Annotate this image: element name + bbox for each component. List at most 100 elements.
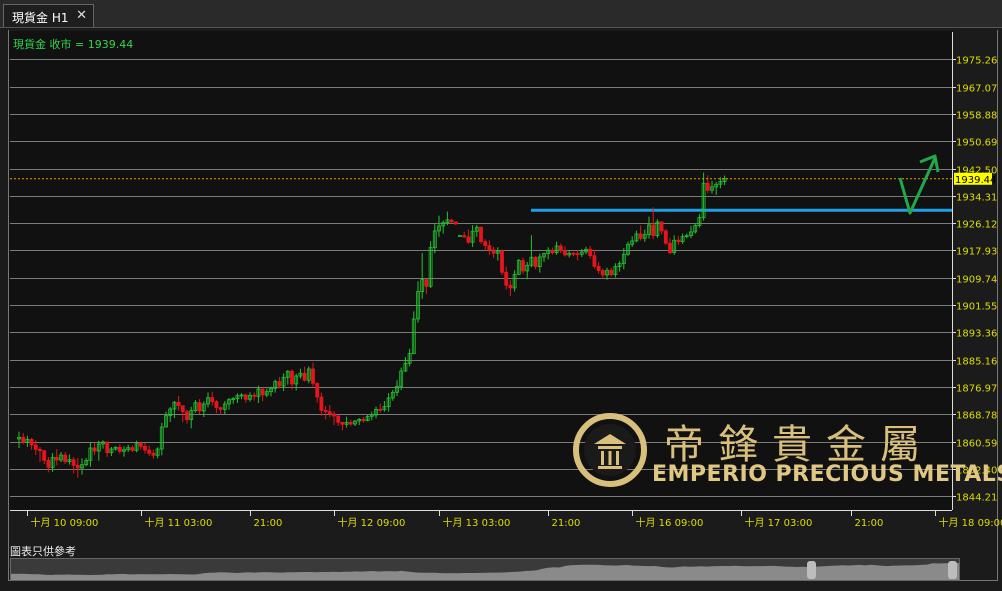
candle-body bbox=[521, 260, 525, 272]
y-tick-label: 1967.07 bbox=[956, 84, 997, 95]
candle-body bbox=[600, 270, 605, 276]
candle-body bbox=[424, 279, 429, 287]
candle-body bbox=[378, 408, 383, 411]
candle-body bbox=[449, 219, 454, 223]
candle-body bbox=[340, 421, 345, 425]
candle-body bbox=[575, 253, 580, 255]
candle-body bbox=[315, 382, 320, 398]
candle-body bbox=[319, 396, 324, 411]
candle-body bbox=[185, 411, 189, 421]
candle-body bbox=[42, 450, 47, 461]
y-tick-label: 1901.55 bbox=[956, 302, 997, 313]
candle-body bbox=[533, 256, 538, 267]
candle-body bbox=[214, 401, 219, 409]
candle-body bbox=[105, 441, 110, 454]
y-tick-label: 1893.36 bbox=[956, 329, 997, 340]
y-tick-label: 1950.69 bbox=[956, 138, 997, 149]
candle-body bbox=[176, 401, 181, 407]
candle-body bbox=[327, 411, 332, 415]
candle-body bbox=[651, 224, 656, 236]
candle-body bbox=[609, 269, 614, 276]
x-tick-label: 十月 10 09:00 bbox=[31, 516, 99, 529]
candle-body bbox=[705, 182, 710, 191]
brand-logo-emblem bbox=[573, 413, 647, 487]
candle-body bbox=[33, 444, 38, 450]
candle-body bbox=[588, 248, 593, 256]
navigator-left-handle[interactable] bbox=[807, 561, 816, 579]
last-price-label: 1939.44 bbox=[955, 175, 996, 186]
candle-body bbox=[180, 405, 185, 413]
candle-body bbox=[638, 233, 643, 239]
candle-body bbox=[54, 456, 59, 461]
candle-body bbox=[138, 442, 143, 447]
candle-body bbox=[508, 284, 513, 289]
brand-name-english: EMPERIO PRECIOUS METALS bbox=[652, 462, 1002, 487]
candle-body bbox=[218, 407, 223, 410]
candle-body bbox=[479, 226, 483, 242]
y-tick-label: 1876.97 bbox=[956, 384, 997, 395]
candle-body bbox=[676, 239, 681, 242]
candle-body bbox=[21, 436, 26, 443]
y-tick-label: 1844.21 bbox=[956, 493, 997, 504]
chart-disclaimer: 圖表只供參考 bbox=[10, 545, 76, 558]
x-tick-label: 十月 17 03:00 bbox=[745, 516, 813, 529]
candle-body bbox=[252, 394, 257, 397]
close-price-legend: 現貨金 收市 = 1939.44 bbox=[13, 38, 134, 51]
candle-body bbox=[504, 271, 509, 286]
candle-body bbox=[323, 409, 328, 413]
candle-body bbox=[71, 459, 76, 466]
candle-body bbox=[117, 446, 122, 452]
y-tick-label: 1860.59 bbox=[956, 439, 997, 450]
candle-body bbox=[453, 221, 458, 225]
candle-body bbox=[663, 230, 668, 244]
x-tick-label: 21:00 bbox=[855, 518, 884, 529]
candle-body bbox=[143, 445, 147, 451]
y-tick-label: 1917.93 bbox=[956, 247, 997, 258]
candle-body bbox=[29, 438, 34, 446]
candle-body bbox=[361, 418, 366, 422]
y-tick-label: 1975.26 bbox=[956, 56, 997, 67]
navigator-right-handle[interactable] bbox=[948, 561, 957, 579]
candle-body bbox=[277, 381, 282, 387]
candle-body bbox=[302, 372, 307, 381]
candle-body bbox=[462, 235, 467, 238]
candle-body bbox=[592, 255, 597, 267]
candle-body bbox=[210, 397, 215, 403]
candle-body bbox=[290, 370, 294, 385]
y-tick-label: 1934.31 bbox=[956, 193, 997, 204]
x-tick-label: 十月 16 09:00 bbox=[636, 516, 704, 529]
x-tick-label: 十月 12 09:00 bbox=[338, 516, 406, 529]
candle-body bbox=[197, 402, 202, 412]
candle-body bbox=[147, 449, 152, 454]
x-tick-label: 十月 18 09:00 bbox=[939, 516, 1002, 529]
candle-body bbox=[668, 242, 672, 253]
candle-body bbox=[260, 388, 265, 396]
candle-body bbox=[311, 368, 315, 384]
candle-body bbox=[487, 245, 492, 251]
candle-body bbox=[336, 415, 341, 423]
candle-body bbox=[558, 245, 563, 251]
candle-body bbox=[243, 394, 248, 400]
candle-body bbox=[75, 464, 80, 469]
y-tick-label: 1958.88 bbox=[956, 111, 997, 122]
candle-body bbox=[63, 454, 68, 463]
y-tick-label: 1885.16 bbox=[956, 357, 997, 368]
candle-body bbox=[659, 221, 664, 232]
candle-body bbox=[571, 252, 576, 255]
x-tick-label: 21:00 bbox=[552, 518, 581, 529]
y-tick-label: 1926.12 bbox=[956, 220, 997, 231]
x-tick-label: 十月 13 03:00 bbox=[443, 516, 511, 529]
x-tick-label: 十月 11 03:00 bbox=[145, 516, 213, 529]
candle-body bbox=[92, 447, 97, 452]
candle-body bbox=[550, 249, 555, 253]
candle-body bbox=[563, 250, 567, 256]
y-tick-label: 1909.74 bbox=[956, 275, 997, 286]
candle-body bbox=[130, 447, 135, 451]
candle-body bbox=[348, 421, 353, 425]
candle-body bbox=[151, 452, 156, 456]
candle-body bbox=[466, 236, 471, 243]
x-tick-label: 21:00 bbox=[254, 518, 283, 529]
candle-body bbox=[500, 250, 504, 273]
chart-navigator[interactable] bbox=[10, 558, 960, 581]
candle-body bbox=[491, 249, 496, 254]
